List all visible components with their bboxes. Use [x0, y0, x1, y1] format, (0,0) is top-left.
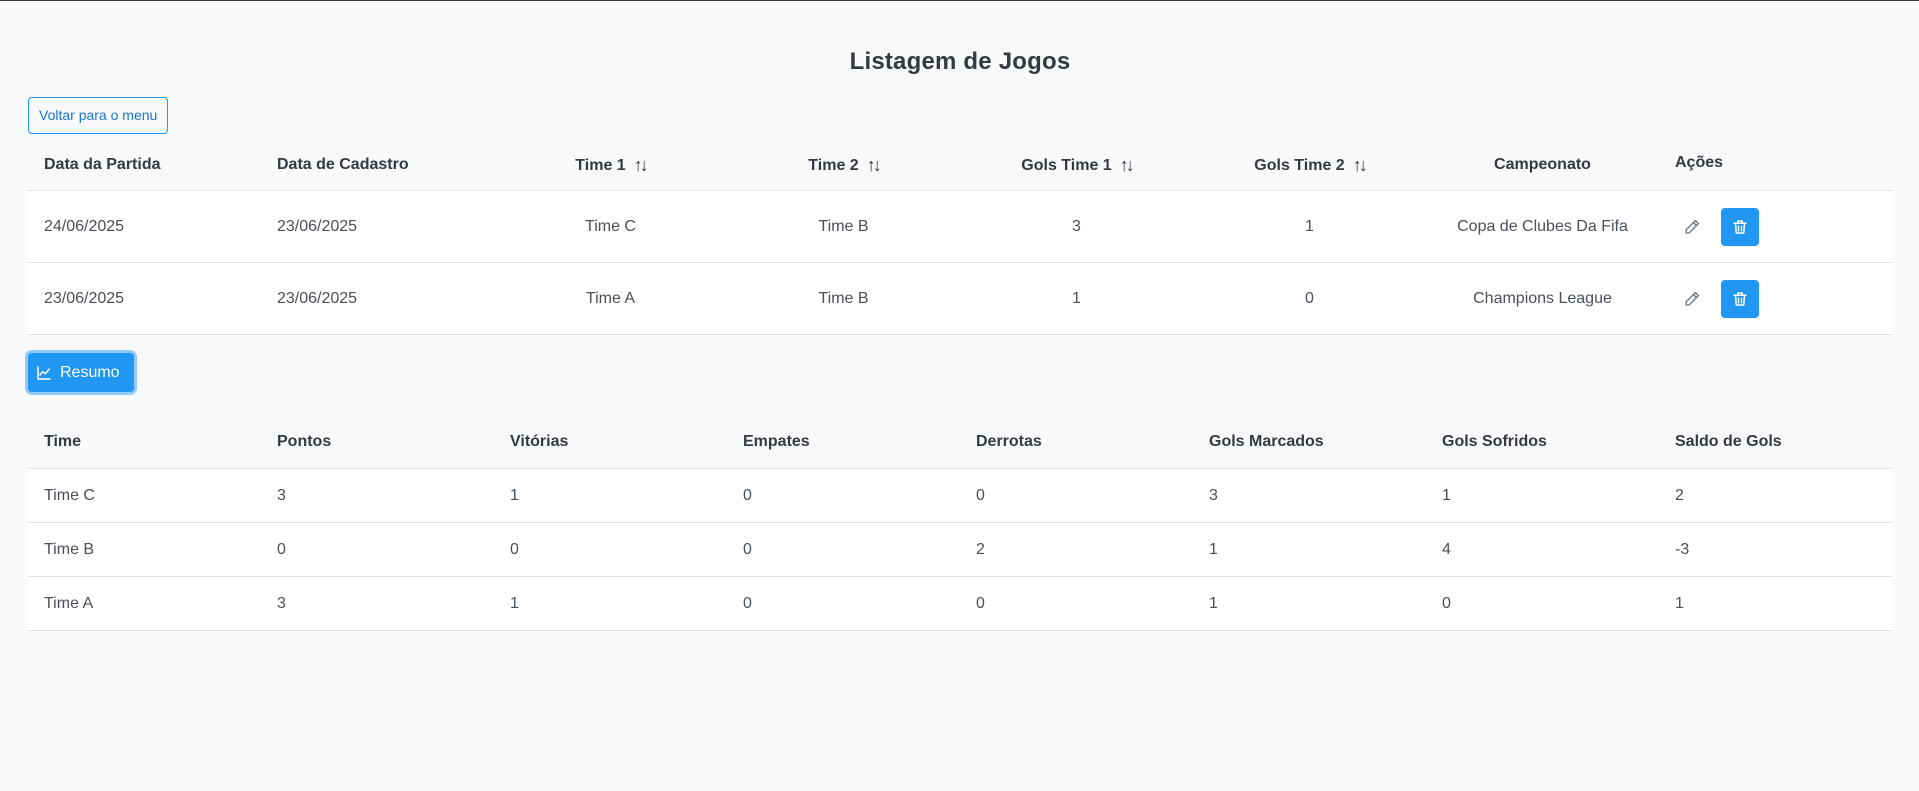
cell-gols-marcados: 3: [1209, 486, 1218, 504]
cell-derrotas: 2: [976, 540, 985, 558]
header-gols-marcados: Gols Marcados: [1209, 433, 1324, 450]
cell-time1: Time C: [585, 217, 636, 235]
trash-icon: [1733, 291, 1747, 306]
sort-arrows-icon[interactable]: ↑↓: [634, 155, 649, 176]
delete-button[interactable]: [1721, 207, 1759, 246]
header-vitorias: Vitórias: [510, 433, 569, 450]
header-campeonato: Campeonato: [1494, 156, 1591, 173]
header-gols-time2[interactable]: Gols Time 2 ↑↓: [1193, 155, 1426, 176]
page-title: Listagem de Jogos: [849, 48, 1071, 75]
cell-campeonato: Copa de Clubes Da Fifa: [1457, 217, 1628, 235]
edit-button[interactable]: [1681, 288, 1703, 310]
summary-table-header: Time Pontos Vitórias Empates Derrotas Go…: [28, 416, 1892, 468]
cell-gols-time2: 0: [1305, 289, 1314, 307]
top-border: [0, 0, 1919, 1]
cell-data-partida: 24/06/2025: [44, 217, 125, 235]
cell-data-cadastro: 23/06/2025: [277, 289, 358, 307]
cell-pontos: 0: [277, 540, 286, 558]
cell-data-cadastro: 23/06/2025: [277, 217, 358, 235]
cell-campeonato: Champions League: [1473, 289, 1612, 307]
header-pontos: Pontos: [277, 433, 332, 450]
cell-time1: Time A: [585, 289, 636, 307]
cell-gols-time2: 1: [1305, 217, 1314, 235]
cell-data-partida: 23/06/2025: [44, 289, 125, 307]
header-saldo: Saldo de Gols: [1675, 433, 1782, 450]
resumo-button[interactable]: Resumo: [28, 353, 134, 392]
cell-vitorias: 0: [510, 540, 519, 558]
cell-empates: 0: [743, 486, 752, 504]
table-row: Time B 0 0 0 2 1 4 -3: [28, 522, 1892, 576]
resumo-button-label: Resumo: [60, 363, 120, 381]
cell-time2: Time B: [818, 289, 869, 307]
table-row: 24/06/2025 23/06/2025 Time C Time B 3 1 …: [28, 190, 1892, 262]
header-time1[interactable]: Time 1 ↑↓: [494, 155, 727, 176]
chart-line-icon: [37, 365, 51, 380]
cell-acoes: [1659, 207, 1892, 246]
table-row: 23/06/2025 23/06/2025 Time A Time B 1 0 …: [28, 262, 1892, 335]
table-row: Time C 3 1 0 0 3 1 2: [28, 468, 1892, 522]
header-acoes: Ações: [1659, 136, 1892, 190]
header-time: Time: [44, 433, 82, 450]
trash-icon: [1733, 219, 1747, 234]
header-gols-time1[interactable]: Gols Time 1 ↑↓: [960, 155, 1193, 176]
cell-time: Time A: [44, 594, 94, 612]
edit-button[interactable]: [1681, 216, 1703, 238]
cell-time: Time C: [44, 486, 95, 504]
games-table: Data da Partida Data de Cadastro Time 1 ↑…: [28, 136, 1892, 335]
cell-derrotas: 0: [976, 594, 985, 612]
delete-button[interactable]: [1721, 279, 1759, 318]
cell-saldo: 2: [1675, 486, 1684, 504]
sort-arrows-icon[interactable]: ↑↓: [1353, 155, 1368, 176]
cell-gols-sofridos: 0: [1442, 594, 1451, 612]
cell-gols-time1: 1: [1072, 289, 1081, 307]
cell-empates: 0: [743, 540, 752, 558]
cell-derrotas: 0: [976, 486, 985, 504]
header-derrotas: Derrotas: [976, 433, 1042, 450]
cell-gols-sofridos: 4: [1442, 540, 1451, 558]
cell-saldo: 1: [1675, 594, 1684, 612]
sort-arrows-icon[interactable]: ↑↓: [867, 155, 882, 176]
games-table-header: Data da Partida Data de Cadastro Time 1 ↑…: [28, 136, 1892, 190]
cell-pontos: 3: [277, 594, 286, 612]
cell-empates: 0: [743, 594, 752, 612]
summary-table: Time Pontos Vitórias Empates Derrotas Go…: [28, 416, 1892, 631]
cell-acoes: [1659, 279, 1892, 318]
back-to-menu-button[interactable]: Voltar para o menu: [28, 97, 169, 134]
cell-time: Time B: [44, 540, 95, 558]
cell-pontos: 3: [277, 486, 286, 504]
table-row: Time A 3 1 0 0 1 0 1: [28, 576, 1892, 631]
cell-time2: Time B: [818, 217, 869, 235]
header-data-cadastro: Data de Cadastro: [277, 156, 409, 173]
header-empates: Empates: [743, 433, 810, 450]
pencil-icon: [1685, 219, 1700, 234]
row-actions: [1659, 279, 1892, 318]
cell-gols-marcados: 1: [1209, 594, 1218, 612]
sort-arrows-icon[interactable]: ↑↓: [1120, 155, 1135, 176]
header-time2[interactable]: Time 2 ↑↓: [727, 155, 960, 176]
cell-gols-sofridos: 1: [1442, 486, 1451, 504]
cell-vitorias: 1: [510, 594, 519, 612]
header-gols-sofridos: Gols Sofridos: [1442, 433, 1547, 450]
header-data-partida: Data da Partida: [44, 156, 161, 173]
row-actions: [1659, 207, 1892, 246]
cell-saldo: -3: [1675, 540, 1690, 558]
pencil-icon: [1685, 291, 1700, 306]
cell-gols-marcados: 1: [1209, 540, 1218, 558]
cell-gols-time1: 3: [1072, 217, 1081, 235]
cell-vitorias: 1: [510, 486, 519, 504]
